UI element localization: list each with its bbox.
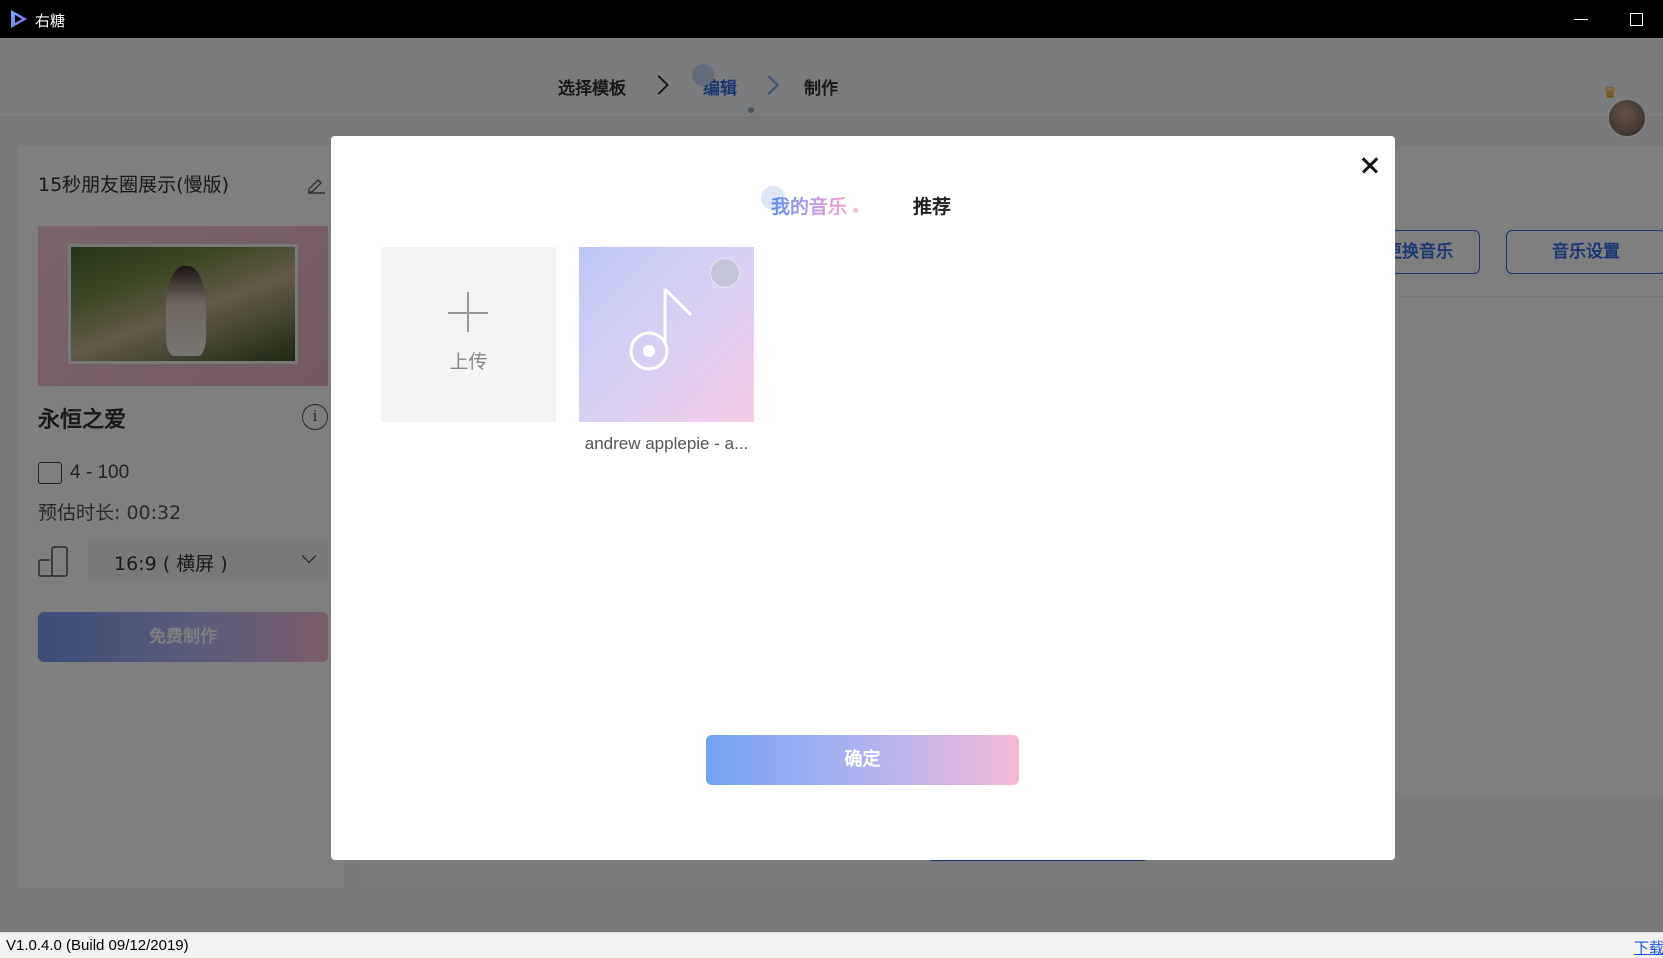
plus-icon-vertical: [467, 292, 469, 332]
close-icon[interactable]: [1355, 150, 1385, 180]
music-note-icon: [629, 287, 699, 377]
tab-my-music[interactable]: 我的音乐: [771, 192, 847, 219]
app-title: 右糖: [35, 10, 65, 31]
version-label: V1.0.4.0 (Build 09/12/2019): [6, 937, 189, 954]
download-link[interactable]: 下载: [1634, 937, 1663, 958]
tab-indicator-dot: [853, 208, 858, 213]
upload-label: 上传: [381, 347, 556, 374]
tab-recommended[interactable]: 推荐: [913, 192, 951, 219]
status-bar: V1.0.4.0 (Build 09/12/2019) 下载: [0, 932, 1663, 958]
upload-music-button[interactable]: 上传: [381, 247, 556, 422]
title-bar: 右糖: [0, 0, 1663, 38]
maximize-button[interactable]: [1621, 4, 1651, 34]
select-checkbox[interactable]: [710, 258, 740, 288]
confirm-button[interactable]: 确定: [706, 735, 1019, 785]
music-item-title: andrew applepie - a...: [579, 434, 754, 454]
music-picker-dialog: 我的音乐 推荐 上传 andrew applepie - a... 确定: [331, 136, 1395, 860]
minimize-button[interactable]: [1566, 4, 1596, 34]
app-logo-icon: [10, 9, 28, 29]
music-item-card[interactable]: [579, 247, 754, 422]
